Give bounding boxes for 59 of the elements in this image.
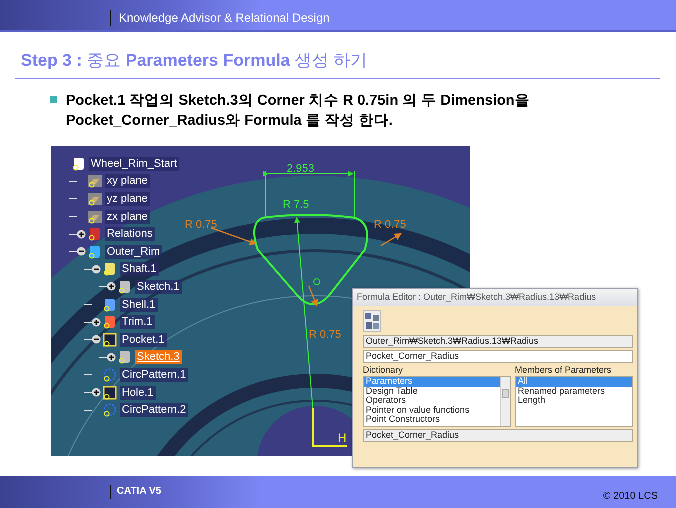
tree-item[interactable]: Sketch.1 xyxy=(135,280,182,294)
header-title: Knowledge Advisor & Relational Design xyxy=(110,10,330,26)
dialog-title: Formula Editor : Outer_Rim₩Sketch.3₩Radius.13₩Radius xyxy=(353,289,637,306)
tree-item[interactable]: Wheel_Rim_Start xyxy=(89,156,180,171)
list-item[interactable]: Point Constructors xyxy=(364,415,500,425)
tree-item[interactable]: Trim.1 xyxy=(120,315,155,330)
list-item[interactable]: Operators xyxy=(364,396,500,406)
bullet-text: Pocket.1 작업의 Sketch.3의 Corner 치수 R 0.75in 의 두 Dimension을 Pocket_Corner_Radius와 Formula 를 작성 한다. xyxy=(66,92,531,131)
axis-label: H xyxy=(338,431,347,445)
footer-product: CATIA V5 xyxy=(110,485,162,499)
tree-item[interactable]: CircPattern.1 xyxy=(120,368,188,382)
expand-toggle-icon[interactable] xyxy=(92,264,101,274)
radius-arrow xyxy=(210,227,258,246)
list-item[interactable]: Renamed parameters xyxy=(516,386,632,396)
list-item[interactable]: Pointer on value functions xyxy=(364,406,500,416)
radius-dimension: R 7.5 xyxy=(283,199,310,211)
list-item[interactable]: Length xyxy=(516,396,632,406)
formula-field[interactable]: Pocket_Corner_Radius xyxy=(363,429,633,442)
pattern-icon xyxy=(103,368,117,382)
list-label: Dictionary xyxy=(363,365,404,376)
expand-toggle-icon[interactable] xyxy=(107,282,116,292)
tree-item[interactable]: Shell.1 xyxy=(120,298,158,312)
tree-item[interactable]: Pocket.1 xyxy=(120,332,167,347)
tree-item[interactable]: CircPattern.2 xyxy=(120,403,188,418)
tree-item[interactable]: xy plane xyxy=(105,174,150,188)
slide-title: Step 3 : 중요 Parameters Formula 생성 하기 xyxy=(15,50,660,79)
tree-item[interactable]: Hole.1 xyxy=(120,386,156,400)
radius-dimension: R 0.75 xyxy=(309,329,342,341)
expand-toggle-icon[interactable] xyxy=(77,230,86,239)
scrollbar[interactable] xyxy=(500,377,510,426)
radius-dimension: R 0.75 xyxy=(185,219,218,231)
expand-toggle-icon[interactable] xyxy=(92,388,101,398)
expand-toggle-icon[interactable] xyxy=(92,335,101,344)
plane-icon xyxy=(88,210,102,224)
list-label: Members of Parameters xyxy=(515,365,613,376)
radius-dimension: R 0.75 xyxy=(374,219,406,231)
width-dimension: 2.953 xyxy=(287,163,315,175)
formula-icon xyxy=(364,312,380,330)
tree-item[interactable]: Relations xyxy=(105,227,155,242)
expand-toggle-icon[interactable] xyxy=(92,318,101,327)
tree-item[interactable]: yz plane xyxy=(105,192,150,206)
pattern-icon xyxy=(103,403,117,418)
axis-drawing xyxy=(312,408,347,447)
parameter-path-field[interactable]: Outer_Rim₩Sketch.3₩Radius.13₩Radius xyxy=(363,335,633,348)
expand-toggle-icon[interactable] xyxy=(77,247,86,256)
center-point-icon xyxy=(314,278,320,286)
plane-icon xyxy=(88,192,102,206)
parameter-name-field[interactable]: Pocket_Corner_Radius xyxy=(363,350,633,363)
bullet-icon xyxy=(50,96,57,103)
radius-arrow xyxy=(380,233,402,247)
formula-tool-button[interactable] xyxy=(363,310,381,332)
footer-copyright: © 2010 LCS xyxy=(603,490,658,502)
radius-arrow xyxy=(308,286,318,308)
plane-icon xyxy=(88,174,102,188)
list-item[interactable]: Design Table xyxy=(364,386,500,396)
tree-item[interactable]: zx plane xyxy=(105,210,150,224)
tree-item[interactable]: Shaft.1 xyxy=(120,262,159,276)
tree-item[interactable]: Outer_Rim xyxy=(105,244,162,259)
expand-toggle-icon[interactable] xyxy=(107,352,116,362)
